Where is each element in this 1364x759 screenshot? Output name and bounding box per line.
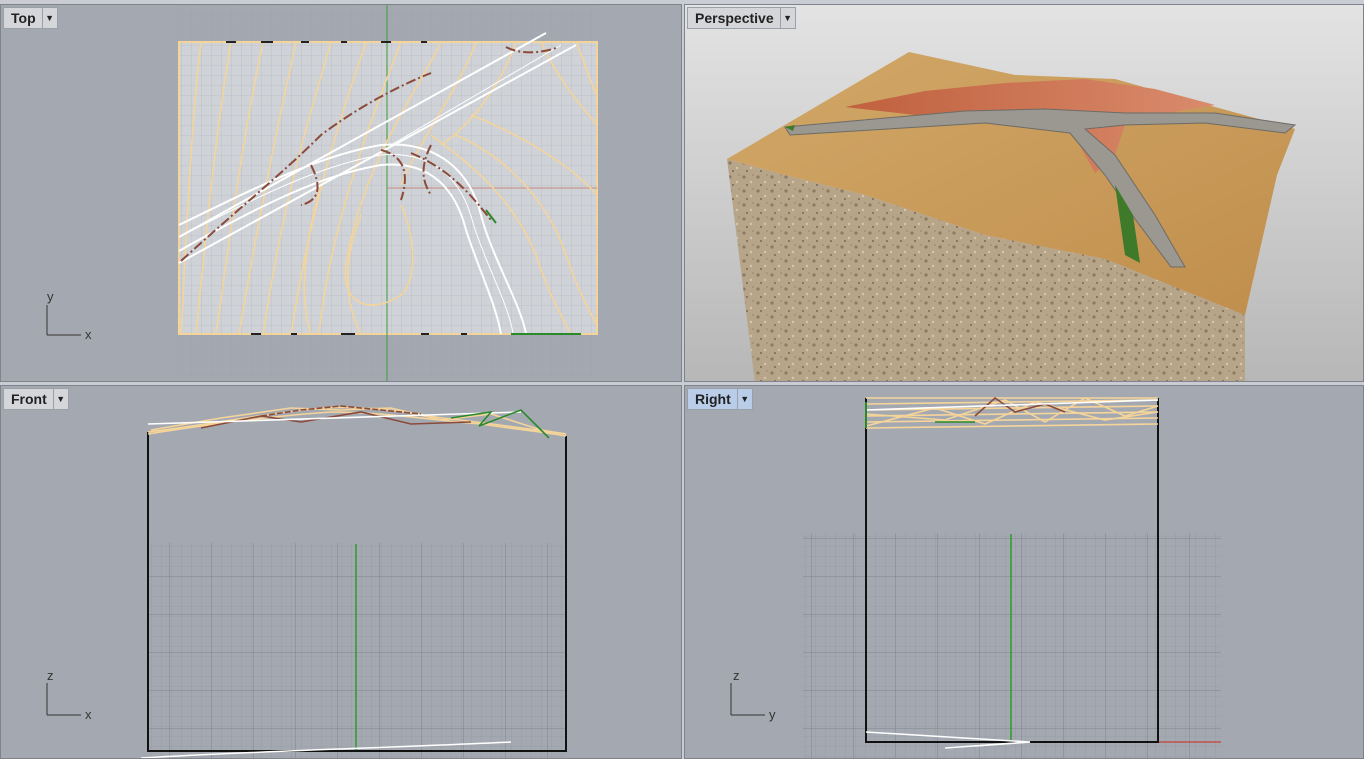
viewport-tab-right[interactable]: Right ▼ <box>687 388 753 410</box>
viewport-tab-top[interactable]: Top ▼ <box>3 7 58 29</box>
perspective-viewport[interactable]: Perspective ▼ <box>684 4 1364 382</box>
construction-grid-major <box>148 543 566 758</box>
terrain-profile <box>865 396 1159 429</box>
front-viewport[interactable]: Front ▼ x z <box>0 385 682 759</box>
dropdown-triangle-icon[interactable]: ▼ <box>779 8 795 28</box>
perspective-scene[interactable] <box>685 5 1364 382</box>
axis-label-h: y <box>769 707 776 722</box>
top-viewport[interactable]: Top ▼ x y <box>0 4 682 382</box>
axis-label-h: x <box>85 327 92 342</box>
right-view-scene[interactable]: y z <box>685 386 1364 759</box>
dropdown-triangle-icon[interactable]: ▼ <box>52 389 68 409</box>
viewport-title: Perspective <box>695 10 774 26</box>
axis-label-v: z <box>47 668 54 683</box>
front-view-scene[interactable]: x z <box>1 386 682 759</box>
viewport-tab-perspective[interactable]: Perspective ▼ <box>687 7 796 29</box>
dropdown-triangle-icon[interactable]: ▼ <box>41 8 57 28</box>
terrain-profile <box>147 405 567 439</box>
axis-label-h: x <box>85 707 92 722</box>
viewport-title: Top <box>11 10 36 26</box>
axis-label-v: z <box>733 668 740 683</box>
axis-label-v: y <box>47 289 54 304</box>
viewport-title: Right <box>695 391 731 407</box>
viewport-tab-front[interactable]: Front ▼ <box>3 388 69 410</box>
axis-gizmo-icon: x y <box>46 289 92 342</box>
dropdown-triangle-icon[interactable]: ▼ <box>736 389 752 409</box>
right-viewport[interactable]: Right ▼ y z <box>684 385 1364 759</box>
axis-gizmo-icon: x z <box>46 668 92 722</box>
axis-gizmo-icon: y z <box>730 668 776 722</box>
top-view-scene[interactable]: x y <box>1 5 682 382</box>
viewport-title: Front <box>11 391 47 407</box>
